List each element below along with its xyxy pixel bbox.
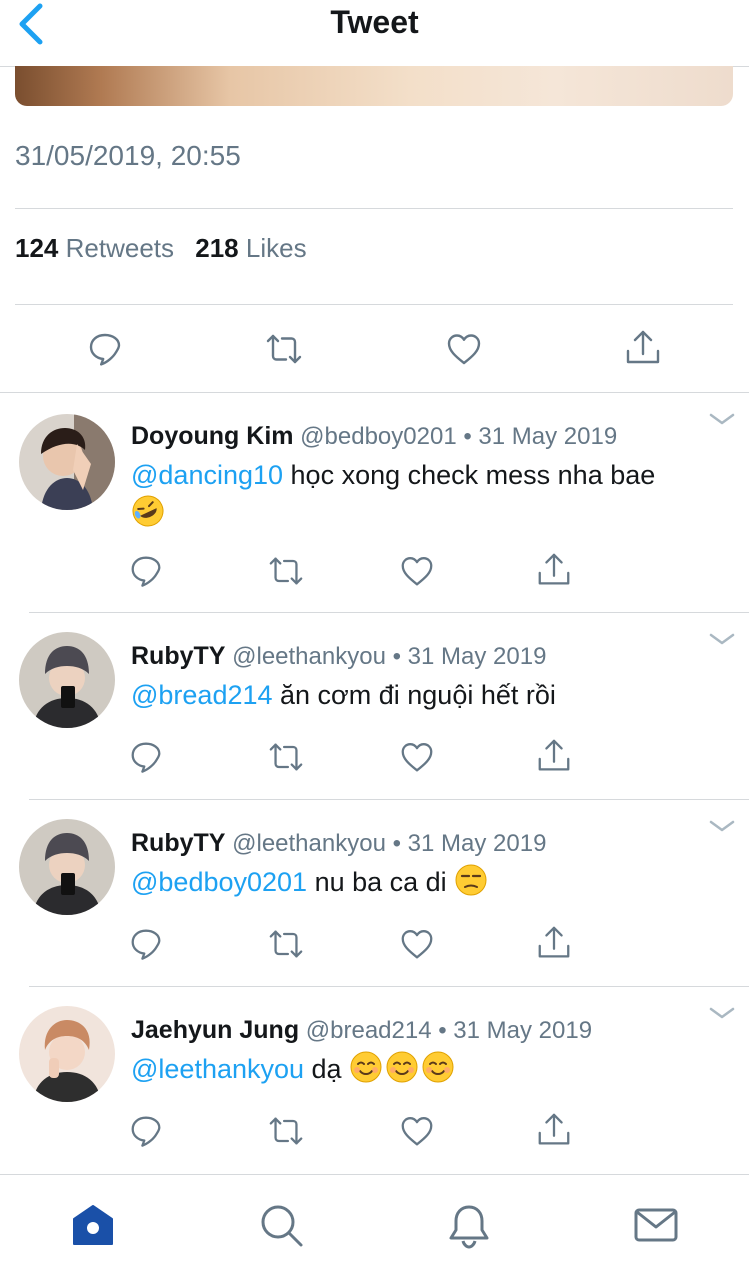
search-icon[interactable]: [257, 1201, 305, 1249]
tweet-timestamp: 31/05/2019, 20:55: [15, 140, 241, 171]
mail-icon[interactable]: [632, 1201, 680, 1249]
unamused-emoji: [455, 864, 487, 896]
share-icon[interactable]: [535, 1112, 573, 1150]
reply-text: dạ: [304, 1054, 350, 1084]
reply-header: Jaehyun Jung @bread214 • 31 May 2019: [131, 1016, 592, 1045]
smiling-emoji: [422, 1051, 454, 1083]
reply-icon[interactable]: [127, 1112, 165, 1150]
handle[interactable]: @leethankyou: [232, 643, 386, 670]
reply-text: nu ba ca di: [307, 867, 455, 897]
likes-count[interactable]: 218: [195, 233, 238, 263]
reply-tweet[interactable]: Jaehyun Jung @bread214 • 31 May 2019 @le…: [0, 986, 749, 1174]
divider: [15, 304, 733, 305]
retweet-icon[interactable]: [267, 1112, 305, 1150]
smiling-emoji: [350, 1051, 382, 1083]
reply-date: • 31 May 2019: [392, 830, 547, 857]
reply-date: • 31 May 2019: [463, 423, 618, 450]
reply-body: @bedboy0201 nu ba ca di: [131, 863, 731, 901]
chevron-down-icon[interactable]: [708, 632, 736, 646]
reply-icon[interactable]: [85, 329, 125, 369]
avatar[interactable]: [19, 819, 115, 915]
reply-icon[interactable]: [127, 925, 165, 963]
bell-icon[interactable]: [445, 1201, 493, 1249]
handle[interactable]: @bedboy0201: [300, 423, 457, 450]
bottom-tab-bar: [0, 1174, 749, 1273]
like-heart-icon[interactable]: [398, 738, 436, 776]
mention-link[interactable]: @bedboy0201: [131, 867, 307, 897]
share-icon[interactable]: [535, 925, 573, 963]
retweets-count[interactable]: 124: [15, 233, 58, 263]
chevron-down-icon[interactable]: [708, 412, 736, 426]
avatar[interactable]: [19, 1006, 115, 1102]
handle[interactable]: @bread214: [306, 1017, 432, 1044]
reply-body: @dancing10 học xong check mess nha bae: [131, 456, 731, 532]
avatar[interactable]: [19, 414, 115, 510]
likes-label[interactable]: Likes: [246, 233, 307, 263]
mention-link[interactable]: @bread214: [131, 680, 273, 710]
reply-icon[interactable]: [127, 552, 165, 590]
reply-date: • 31 May 2019: [392, 643, 547, 670]
reply-tweet[interactable]: RubyTY @leethankyou • 31 May 2019 @bedbo…: [0, 799, 749, 986]
handle[interactable]: @leethankyou: [232, 830, 386, 857]
tweet-stats: 124 Retweets 218 Likes: [15, 233, 307, 264]
display-name[interactable]: RubyTY: [131, 829, 225, 857]
rofl-emoji: [132, 495, 164, 527]
reply-body: @leethankyou dạ: [131, 1050, 731, 1088]
retweet-icon[interactable]: [267, 925, 305, 963]
reply-date: • 31 May 2019: [438, 1017, 593, 1044]
reply-tweet[interactable]: Doyoung Kim @bedboy0201 • 31 May 2019 @d…: [0, 392, 749, 612]
reply-tweet[interactable]: RubyTY @leethankyou • 31 May 2019 @bread…: [0, 612, 749, 800]
retweet-icon[interactable]: [267, 552, 305, 590]
smiling-emoji: [386, 1051, 418, 1083]
share-icon[interactable]: [535, 738, 573, 776]
reply-text: học xong check mess nha bae: [283, 460, 656, 490]
reply-text: ăn cơm đi nguội hết rồi: [272, 680, 556, 710]
mention-link[interactable]: @dancing10: [131, 460, 283, 490]
display-name[interactable]: Jaehyun Jung: [131, 1016, 299, 1044]
reply-header: Doyoung Kim @bedboy0201 • 31 May 2019: [131, 422, 617, 451]
divider: [15, 208, 733, 209]
top-nav-bar: Tweet: [0, 0, 749, 67]
display-name[interactable]: RubyTY: [131, 642, 225, 670]
avatar[interactable]: [19, 632, 115, 728]
reply-header: RubyTY @leethankyou • 31 May 2019: [131, 642, 546, 671]
home-icon[interactable]: [69, 1201, 117, 1249]
chevron-down-icon[interactable]: [708, 1006, 736, 1020]
reply-body: @bread214 ăn cơm đi nguội hết rồi: [131, 676, 731, 714]
mention-link[interactable]: @leethankyou: [131, 1054, 304, 1084]
like-heart-icon[interactable]: [444, 329, 484, 369]
display-name[interactable]: Doyoung Kim: [131, 422, 294, 450]
chevron-down-icon[interactable]: [708, 819, 736, 833]
retweet-icon[interactable]: [267, 738, 305, 776]
like-heart-icon[interactable]: [398, 1112, 436, 1150]
retweets-label[interactable]: Retweets: [66, 233, 174, 263]
like-heart-icon[interactable]: [398, 925, 436, 963]
tweet-image[interactable]: [15, 66, 733, 106]
like-heart-icon[interactable]: [398, 552, 436, 590]
page-title: Tweet: [330, 4, 419, 40]
reply-icon[interactable]: [127, 738, 165, 776]
retweet-icon[interactable]: [264, 329, 304, 369]
share-icon[interactable]: [623, 329, 663, 369]
share-icon[interactable]: [535, 552, 573, 590]
reply-header: RubyTY @leethankyou • 31 May 2019: [131, 829, 546, 858]
